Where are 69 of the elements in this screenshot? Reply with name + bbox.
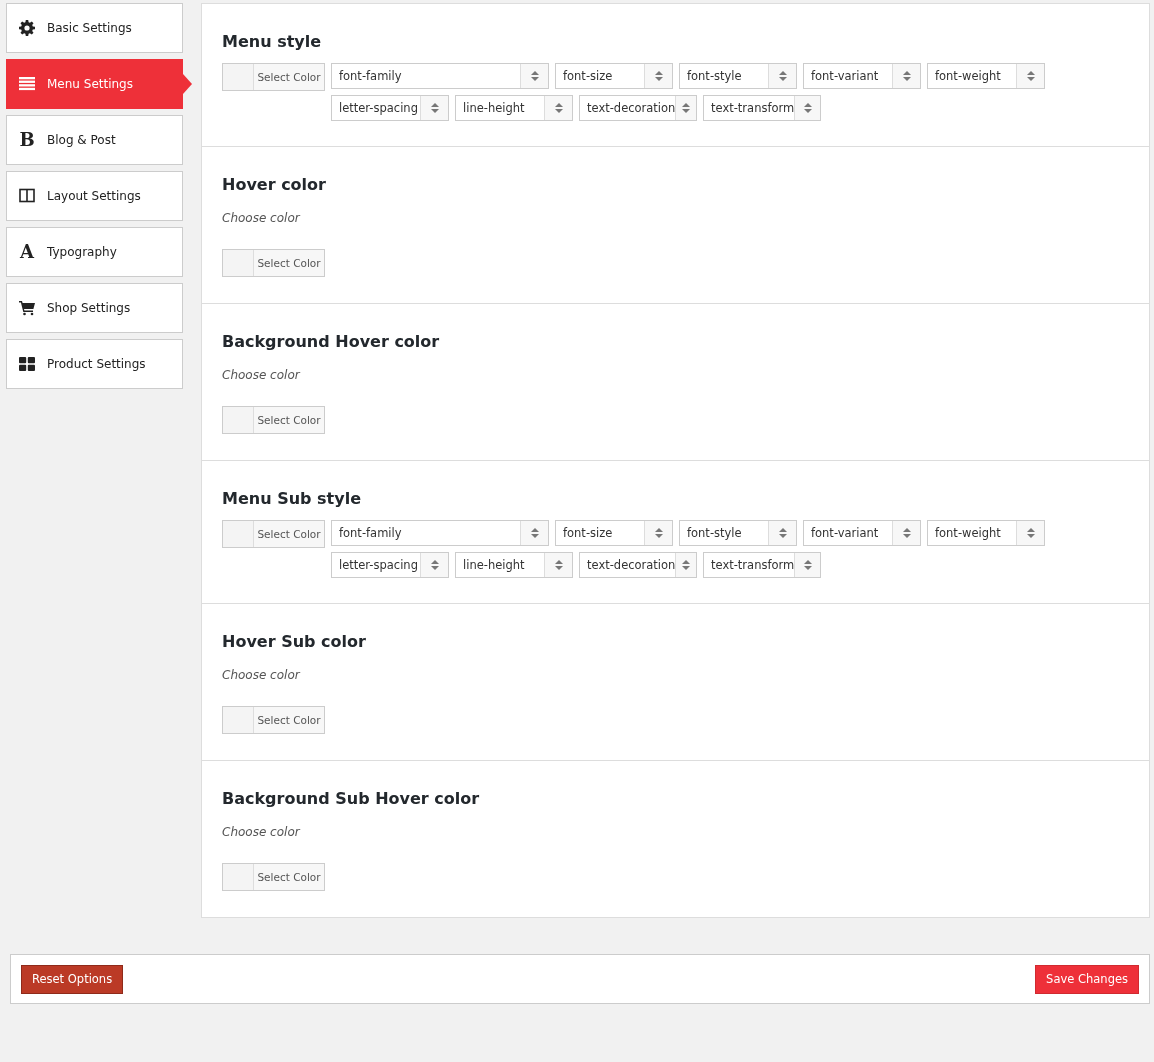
sidebar-item[interactable]: B Blog & Post xyxy=(6,115,183,165)
letter-icon: A xyxy=(20,243,34,261)
save-button[interactable]: Save Changes xyxy=(1035,964,1139,994)
sort-arrows-icon xyxy=(654,71,663,81)
select-dropdown[interactable]: font-variant xyxy=(803,520,921,546)
cart-icon xyxy=(19,300,35,316)
select-dropdown[interactable]: font-variant xyxy=(803,63,921,89)
sort-arrows-icon xyxy=(682,560,691,570)
sort-arrows-icon xyxy=(803,103,812,113)
sort-arrows-icon xyxy=(654,528,663,538)
select-dropdown[interactable]: text-transform xyxy=(703,552,821,578)
select-dropdown[interactable]: text-decoration xyxy=(579,552,697,578)
select-dropdown[interactable]: font-style xyxy=(679,520,797,546)
sort-arrows-icon xyxy=(554,560,563,570)
select-dropdown[interactable]: font-weight xyxy=(927,520,1045,546)
sort-arrows-icon xyxy=(430,560,439,570)
select-dropdown[interactable]: font-family xyxy=(331,63,549,89)
sidebar-item[interactable]: Basic Settings xyxy=(6,3,183,53)
grid-icon xyxy=(19,356,35,372)
select-dropdown[interactable]: line-height xyxy=(455,552,573,578)
section-title: Hover color xyxy=(222,175,327,194)
color-picker-button[interactable]: Select Color xyxy=(222,706,325,734)
select-dropdown[interactable]: font-size xyxy=(555,63,673,89)
sort-arrows-icon xyxy=(778,71,787,81)
select-dropdown[interactable]: font-family xyxy=(331,520,549,546)
columns-icon xyxy=(19,188,35,204)
select-dropdown[interactable]: text-decoration xyxy=(579,95,697,121)
reset-button[interactable]: Reset Options xyxy=(21,964,124,994)
gear-icon xyxy=(19,20,35,36)
select-dropdown[interactable]: font-weight xyxy=(927,63,1045,89)
section-title: Hover Sub color xyxy=(222,632,367,651)
color-picker-button[interactable]: Select Color xyxy=(222,520,325,548)
sort-arrows-icon xyxy=(902,528,911,538)
sort-arrows-icon xyxy=(554,103,563,113)
sidebar-item[interactable]: Menu Settings xyxy=(6,59,183,109)
letter-icon: B xyxy=(19,131,35,149)
sidebar-item[interactable]: Shop Settings xyxy=(6,283,183,333)
section-title: Menu Sub style xyxy=(222,489,362,508)
sort-arrows-icon xyxy=(803,560,812,570)
color-picker-button[interactable]: Select Color xyxy=(222,249,325,277)
sort-arrows-icon xyxy=(1026,71,1035,81)
description-text: Choose color xyxy=(222,211,302,225)
list-icon xyxy=(19,76,35,92)
pointer-arrow xyxy=(183,74,192,94)
select-dropdown[interactable]: font-style xyxy=(679,63,797,89)
select-dropdown[interactable]: text-transform xyxy=(703,95,821,121)
sort-arrows-icon xyxy=(530,71,539,81)
color-picker-button[interactable]: Select Color xyxy=(222,406,325,434)
select-dropdown[interactable]: line-height xyxy=(455,95,573,121)
description-text: Choose color xyxy=(222,668,302,682)
sort-arrows-icon xyxy=(430,103,439,113)
select-dropdown[interactable]: font-size xyxy=(555,520,673,546)
select-dropdown[interactable]: letter-spacing xyxy=(331,95,449,121)
description-text: Choose color xyxy=(222,825,302,839)
sort-arrows-icon xyxy=(902,71,911,81)
color-picker-button[interactable]: Select Color xyxy=(222,63,325,91)
description-text: Choose color xyxy=(222,368,302,382)
section-title: Menu style xyxy=(222,32,323,51)
sort-arrows-icon xyxy=(778,528,787,538)
section-title: Background Sub Hover color xyxy=(222,789,481,808)
sort-arrows-icon xyxy=(682,103,691,113)
color-picker-button[interactable]: Select Color xyxy=(222,863,325,891)
section-title: Background Hover color xyxy=(222,332,441,351)
sort-arrows-icon xyxy=(530,528,539,538)
sidebar-item[interactable]: Layout Settings xyxy=(6,171,183,221)
sort-arrows-icon xyxy=(1026,528,1035,538)
sidebar-item[interactable]: A Typography xyxy=(6,227,183,277)
select-dropdown[interactable]: letter-spacing xyxy=(331,552,449,578)
sidebar-item[interactable]: Product Settings xyxy=(6,339,183,389)
